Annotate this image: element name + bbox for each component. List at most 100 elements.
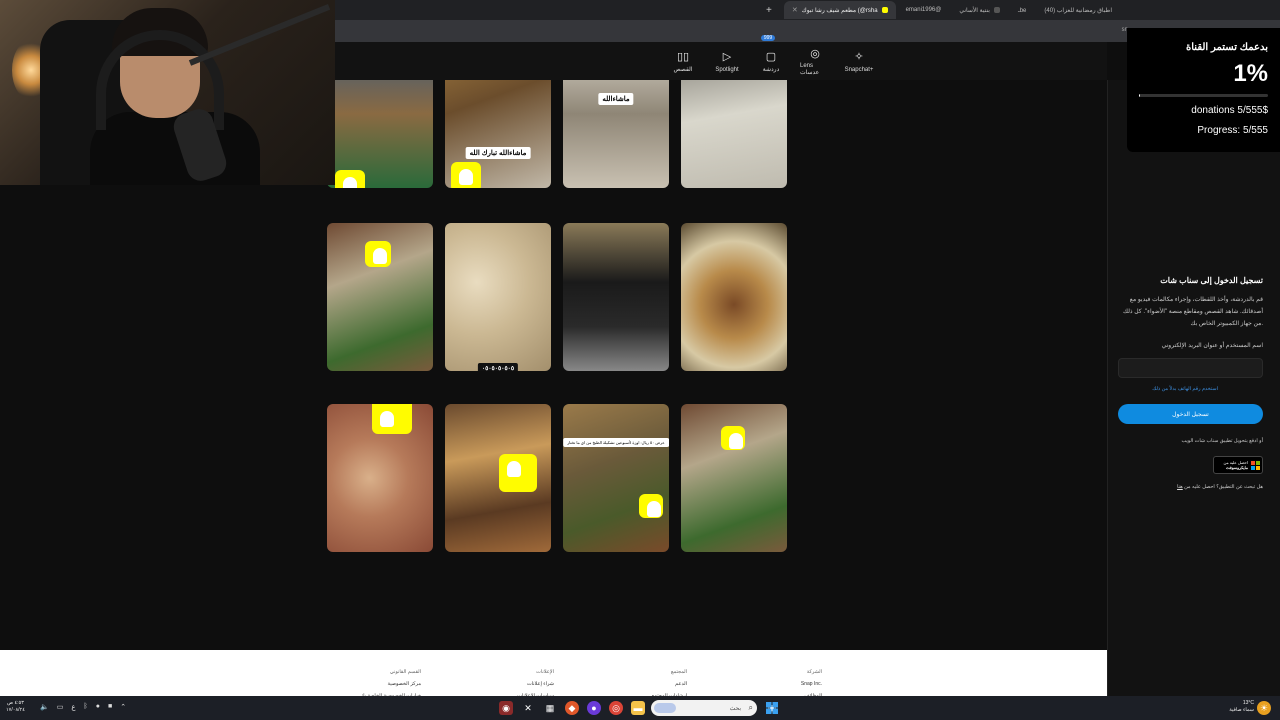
taskbar-weather[interactable]: 13°C سماء صافية xyxy=(1229,700,1254,714)
login-description: قم بالدردشة، وأخذ اللقطات، وإجراء مكالما… xyxy=(1123,297,1263,327)
nav-label: Snapchat+ xyxy=(844,66,874,73)
story-tile[interactable] xyxy=(327,223,433,371)
footer-link[interactable]: مركز الخصوصية xyxy=(361,678,421,690)
username-label: اسم المستخدم أو عنوان البريد الإلكتروني xyxy=(1161,343,1263,349)
bluetooth-icon[interactable]: ᛒ xyxy=(84,703,88,711)
volume-icon[interactable]: 🔈 xyxy=(40,703,49,711)
screen: { "browser": { "tabs": [ {"title": "(40)… xyxy=(0,0,1280,720)
get-app-label: هل تبحث عن التطبيق؟ احصل عليه من xyxy=(1184,484,1263,490)
webcam-overlay xyxy=(0,0,335,185)
story-caption: ٠٥٠٥٠٥٠٥٠٥ xyxy=(477,363,519,371)
search-icon: ⌕ xyxy=(748,703,753,712)
nav-spotlight[interactable]: ▷ Spotlight xyxy=(712,50,742,73)
nav-chat[interactable]: 999 ▢ دردشة xyxy=(756,35,786,73)
snapcode xyxy=(335,170,365,188)
chat-icon: ▢ xyxy=(765,50,777,63)
start-icon[interactable] xyxy=(765,701,779,715)
browser-tab[interactable]: بنتية الأساني xyxy=(951,1,1008,19)
nav-label: Lens عدسات xyxy=(800,63,820,76)
weather-desc: سماء صافية xyxy=(1229,707,1254,713)
login-sidebar: تسجيل الدخول إلى سناب شات قم بالدردشة، و… xyxy=(1107,80,1280,720)
username-input[interactable] xyxy=(1118,358,1263,378)
snapcode xyxy=(372,404,412,434)
browser-tab[interactable]: (40) اطباق رمضانية للعزاب xyxy=(1036,1,1120,19)
snapcode xyxy=(639,494,663,518)
story-tile[interactable] xyxy=(327,404,433,552)
snapcode xyxy=(451,162,481,188)
nav-snapchat-plus[interactable]: ✧ Snapchat+ xyxy=(844,50,874,73)
app-icon[interactable]: ● xyxy=(587,701,601,715)
tray-app-icon[interactable]: ■ xyxy=(108,703,112,711)
browser-tab[interactable]: ـbe xyxy=(1010,1,1034,19)
alt-login-text: أو ادفع بتحويل تطبيق سناب شات الويب xyxy=(1181,438,1263,444)
story-tile[interactable] xyxy=(327,80,433,188)
stories-icon: ▯▯ xyxy=(676,50,690,63)
snapcode xyxy=(499,454,537,492)
story-caption: عرض ٥٠ ريال: اوزة لأسبوعين تشكيلة الطبخ … xyxy=(563,438,669,447)
browser-tab[interactable]: emani1996@ xyxy=(898,1,950,19)
page-footer: الشركة Snap Inc. الوظائف المجتمع الدعم إ… xyxy=(0,650,1107,699)
story-tile[interactable] xyxy=(681,404,787,552)
story-tile[interactable]: ٠٥٠٥٠٥٠٥٠٥ xyxy=(445,223,551,371)
story-tile[interactable] xyxy=(563,223,669,371)
taskbar-search[interactable]: بحث ⌕ xyxy=(651,700,757,716)
language-indicator[interactable]: ع xyxy=(71,703,75,711)
donations-progress-fill xyxy=(1139,94,1141,97)
spotlight-icon: ▷ xyxy=(722,51,732,63)
story-tile[interactable] xyxy=(681,80,787,188)
footer-heading: المجتمع xyxy=(670,669,687,675)
nav-lenses[interactable]: ◎ Lens عدسات xyxy=(800,46,830,77)
tray-app-icon[interactable]: ● xyxy=(96,703,100,711)
tab-title: ـbe xyxy=(1017,7,1027,14)
story-tile[interactable]: ماشاءالله تبارك الله xyxy=(445,80,551,188)
story-tile[interactable]: ماشاءالله xyxy=(563,80,669,188)
app-icon[interactable]: ▦ xyxy=(543,701,557,715)
chrome-icon[interactable]: ◎ xyxy=(609,701,623,715)
donations-percent: 1% xyxy=(1233,60,1268,87)
snapchat-nav: ▯▯ القصص ▷ Spotlight 999 ▢ دردشة ◎ Lens … xyxy=(335,35,1107,80)
search-highlight xyxy=(654,703,676,713)
snapcode xyxy=(721,426,745,450)
new-tab-button[interactable]: + xyxy=(766,5,772,16)
donations-overlay: بدعمك تستمر القناة 1% donations 5/555$ P… xyxy=(1127,28,1280,152)
file-explorer-icon[interactable]: ▬ xyxy=(631,701,645,715)
brave-icon[interactable]: ◆ xyxy=(565,701,579,715)
story-caption: ماشاءالله تبارك الله xyxy=(465,147,531,159)
donations-amount: donations 5/555$ xyxy=(1191,105,1268,116)
get-app-link[interactable]: هنا xyxy=(1177,484,1183,490)
snapcode xyxy=(365,241,391,267)
tiktok-favicon-icon xyxy=(993,7,1000,13)
app-icon[interactable]: ◉ xyxy=(499,701,513,715)
donations-title: بدعمك تستمر القناة xyxy=(1186,42,1268,53)
app-icon[interactable]: ✕ xyxy=(521,701,535,715)
donations-progress-text: Progress: 5/555 xyxy=(1197,125,1268,136)
donations-progress-bar xyxy=(1139,94,1268,97)
ms-badge-text: احصل عليه من مايكروسوفت xyxy=(1223,460,1248,470)
browser-tabstrip: + ✕ مطعم شيف رشا تبوك (@rsha emani1996@ … xyxy=(335,0,1280,20)
footer-heading: القسم القانوني xyxy=(389,669,421,675)
chevron-up-icon[interactable]: ⌃ xyxy=(120,703,126,711)
story-tile[interactable] xyxy=(445,404,551,552)
story-tile[interactable]: عرض ٥٠ ريال: اوزة لأسبوعين تشكيلة الطبخ … xyxy=(563,404,669,552)
story-tile[interactable] xyxy=(681,223,787,371)
footer-link[interactable]: Snap Inc. xyxy=(801,678,822,690)
footer-link[interactable]: الدعم xyxy=(652,678,687,690)
use-phone-link[interactable]: استخدم رقم الهاتف بدلاً من ذلك xyxy=(1152,386,1218,392)
nav-label: دردشة xyxy=(762,67,780,73)
system-tray: 🔈 ▭ ع ᛒ ● ■ ⌃ xyxy=(40,703,126,711)
clock-date: ١٧/٠٨/٢٤ xyxy=(6,707,25,713)
windows-taskbar: ٤:٥٣ ص ١٧/٠٨/٢٤ 🔈 ▭ ع ᛒ ● ■ ⌃ ◉ ✕ ▦ ◆ ● … xyxy=(0,696,1280,720)
microsoft-store-badge[interactable]: احصل عليه من مايكروسوفت xyxy=(1213,456,1263,474)
browser-tab[interactable]: ✕ مطعم شيف رشا تبوك (@rsha xyxy=(783,1,896,19)
login-title: تسجيل الدخول إلى سناب شات xyxy=(1160,276,1263,285)
close-icon[interactable]: ✕ xyxy=(792,6,798,14)
login-button[interactable]: تسجيل الدخول xyxy=(1118,404,1263,424)
snapchat-plus-icon: ✧ xyxy=(854,51,864,63)
mic-arm xyxy=(188,4,331,66)
search-label: بحث xyxy=(729,705,741,712)
footer-heading: الشركة xyxy=(806,669,822,675)
nav-stories[interactable]: ▯▯ القصص xyxy=(668,49,698,74)
footer-link[interactable]: شراء إعلانات xyxy=(517,678,554,690)
taskbar-clock[interactable]: ٤:٥٣ ص ١٧/٠٨/٢٤ xyxy=(6,700,25,714)
network-icon[interactable]: ▭ xyxy=(57,703,64,711)
